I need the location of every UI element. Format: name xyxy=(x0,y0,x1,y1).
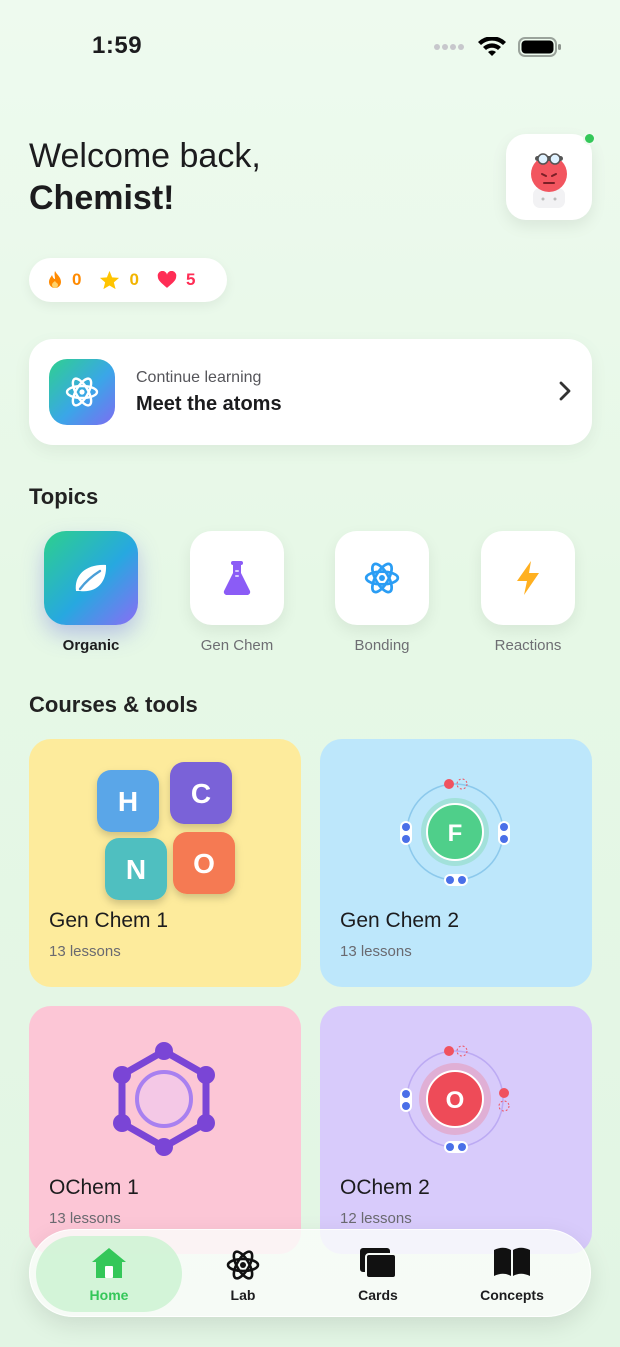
flask-icon xyxy=(223,561,251,596)
topic-reactions[interactable]: Reactions xyxy=(481,531,575,654)
cards-icon xyxy=(360,1248,397,1279)
element-tiles-icon: H C N O xyxy=(97,762,235,900)
greeting-text: Welcome back, xyxy=(29,137,261,175)
atom-icon xyxy=(226,1250,260,1280)
course-name: Gen Chem 1 xyxy=(49,909,169,932)
topic-bonding[interactable]: Bonding xyxy=(335,531,429,654)
home-icon xyxy=(92,1248,126,1278)
topic-tile xyxy=(481,531,575,625)
course-lesson-count: 12 lessons xyxy=(340,1210,412,1227)
topic-label: Bonding xyxy=(354,637,410,654)
course-name: OChem 1 xyxy=(49,1176,139,1199)
user-name: Chemist! xyxy=(29,179,175,217)
topic-tile xyxy=(44,531,138,625)
topic-label: Organic xyxy=(62,637,120,654)
tab-bar: Home Lab Cards Concepts xyxy=(29,1229,591,1317)
topic-label: Reactions xyxy=(494,637,562,654)
stars-stat: 0 xyxy=(99,270,139,290)
svg-text:O: O xyxy=(193,848,215,879)
lives-stat: 5 xyxy=(157,270,195,290)
continue-title: Meet the atoms xyxy=(136,393,282,415)
tab-cards[interactable]: Cards xyxy=(305,1236,451,1312)
tab-lab[interactable]: Lab xyxy=(170,1236,316,1312)
svg-text:N: N xyxy=(126,854,146,885)
course-lesson-count: 13 lessons xyxy=(340,943,412,960)
topic-gen-chem[interactable]: Gen Chem xyxy=(190,531,284,654)
leaf-icon xyxy=(75,564,107,592)
flame-icon xyxy=(49,271,61,288)
status-time: 1:59 xyxy=(92,32,143,59)
wifi-icon xyxy=(478,37,506,56)
online-indicator xyxy=(583,132,596,145)
course-name: Gen Chem 2 xyxy=(340,909,460,932)
status-bar: 1:59 xyxy=(0,0,620,92)
welcome-heading: Welcome back, Chemist! xyxy=(29,136,261,220)
bolt-icon xyxy=(517,561,539,595)
tab-label: Home xyxy=(89,1287,129,1303)
book-icon xyxy=(494,1247,530,1276)
chevron-right-icon xyxy=(559,381,571,401)
svg-text:O: O xyxy=(446,1087,465,1114)
topic-label: Gen Chem xyxy=(200,637,274,654)
svg-text:H: H xyxy=(118,786,138,817)
status-icons xyxy=(434,36,562,58)
heart-icon xyxy=(157,271,177,288)
course-card-gen-chem-2[interactable]: F Gen Chem 2 13 lessons xyxy=(320,739,592,987)
signal-icon xyxy=(434,44,464,50)
streak-stat: 0 xyxy=(47,270,81,290)
svg-text:C: C xyxy=(191,778,211,809)
course-lesson-count: 13 lessons xyxy=(49,943,121,960)
star-icon xyxy=(100,270,120,290)
stars-value: 0 xyxy=(129,270,139,289)
fluorine-atom-icon: F xyxy=(400,778,510,886)
topic-organic[interactable]: Organic xyxy=(44,531,138,654)
oxygen-atom-icon: O xyxy=(400,1045,510,1153)
atom-icon xyxy=(364,562,400,594)
continue-subtitle: Continue learning xyxy=(136,369,262,386)
topics-heading: Topics xyxy=(29,484,99,509)
course-card-ochem-1[interactable]: OChem 1 13 lessons xyxy=(29,1006,301,1254)
lives-value: 5 xyxy=(185,270,196,289)
topic-tile xyxy=(335,531,429,625)
topic-tile xyxy=(190,531,284,625)
streak-value: 0 xyxy=(72,270,82,289)
stats-pill: 0 0 5 xyxy=(29,258,227,302)
atom-icon xyxy=(49,359,115,425)
tab-home[interactable]: Home xyxy=(36,1236,182,1312)
chemist-mascot-icon xyxy=(531,153,567,208)
tab-label: Cards xyxy=(358,1287,398,1303)
tab-label: Concepts xyxy=(480,1287,544,1303)
tab-concepts[interactable]: Concepts xyxy=(439,1236,585,1312)
continue-learning-card[interactable]: Continue learning Meet the atoms xyxy=(29,339,592,445)
course-lesson-count: 13 lessons xyxy=(49,1210,121,1227)
course-card-ochem-2[interactable]: O OChem 2 12 lessons xyxy=(320,1006,592,1254)
tab-label: Lab xyxy=(230,1287,256,1303)
avatar[interactable] xyxy=(506,132,596,220)
benzene-ring-icon xyxy=(113,1042,215,1156)
battery-icon xyxy=(518,37,561,57)
course-name: OChem 2 xyxy=(340,1176,430,1199)
course-card-gen-chem-1[interactable]: H C N O Gen Chem 1 13 lessons xyxy=(29,739,301,987)
svg-text:F: F xyxy=(448,820,463,847)
courses-heading: Courses & tools xyxy=(29,692,198,717)
